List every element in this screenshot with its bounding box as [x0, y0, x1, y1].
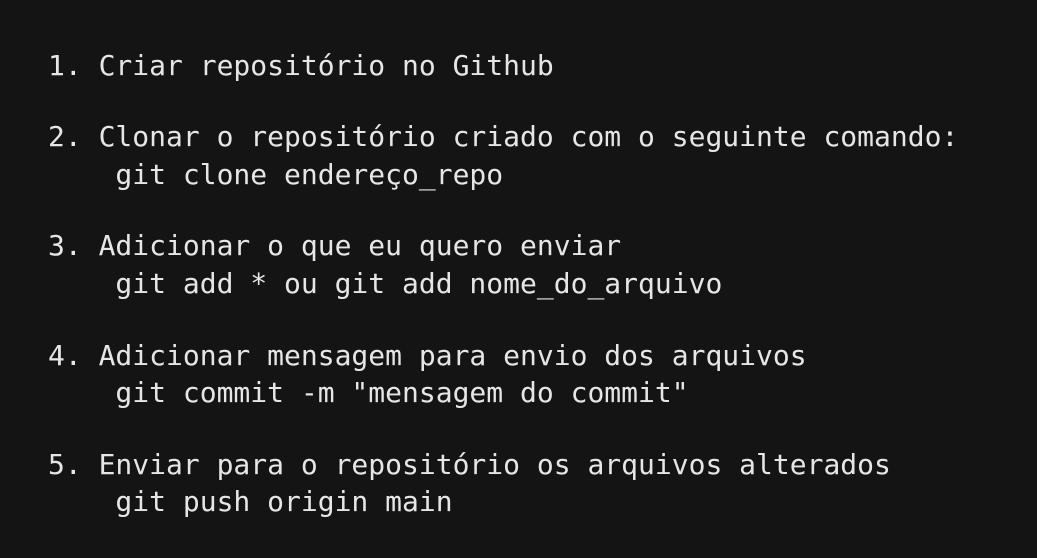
step-title: 3. Adicionar o que eu quero enviar — [48, 229, 622, 262]
step-command: git add * ou git add nome_do_arquivo — [48, 267, 723, 300]
step-command: git clone endereço_repo — [48, 158, 504, 191]
step-title: 5. Enviar para o repositório os arquivos… — [48, 448, 891, 481]
step-title: 1. Criar repositório no Github — [48, 49, 554, 82]
step-title: 4. Adicionar mensagem para envio dos arq… — [48, 339, 807, 372]
step-command: git commit -m "mensagem do commit" — [48, 376, 689, 409]
step-command: git push origin main — [48, 485, 453, 518]
step-title: 2. Clonar o repositório criado com o seg… — [48, 120, 959, 153]
